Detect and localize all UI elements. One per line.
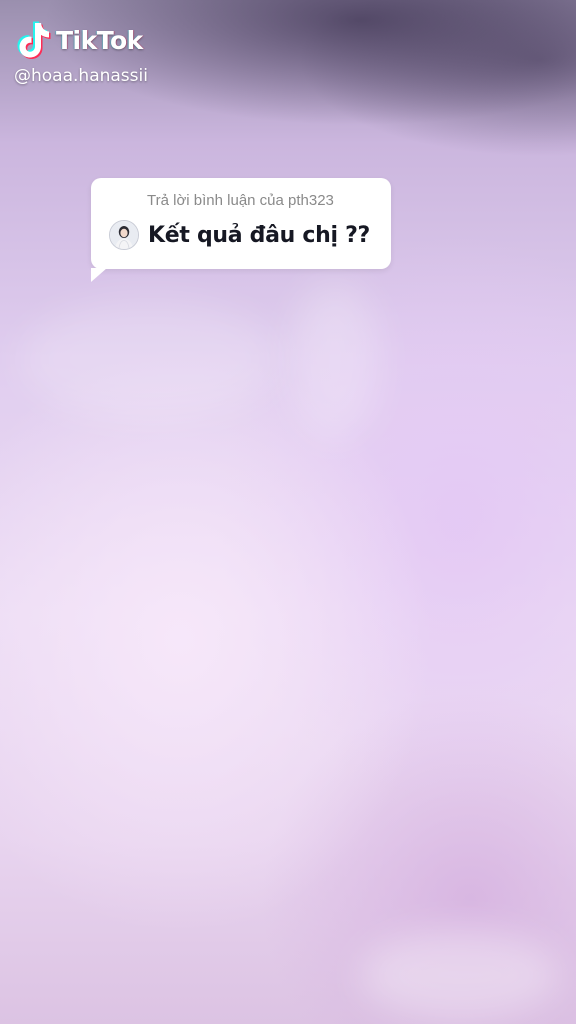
reply-comment-text: Kết quả đâu chị ?? [148,222,371,248]
bubble-tail [91,268,107,282]
tiktok-logo-icon [17,21,51,59]
avatar-person-icon [110,221,138,249]
creator-username: @hoaa.hanassii [14,66,148,86]
tiktok-watermark: TikTok @hoaa.hanassii [14,18,148,86]
video-blur-highlight [20,300,280,420]
reply-body: Kết quả đâu chị ?? [109,220,370,250]
reply-comment-sticker: Trả lời bình luận của pth323 Kết quả đâu… [91,178,391,282]
video-frame[interactable] [0,0,576,1024]
watermark-brand-row: TikTok [16,18,148,62]
tiktok-brand-name: TikTok [56,25,143,55]
video-blur-highlight [360,930,560,1020]
video-blur-highlight [290,280,380,440]
reply-header: Trả lời bình luận của pth323 [147,192,334,209]
avatar [109,220,139,250]
